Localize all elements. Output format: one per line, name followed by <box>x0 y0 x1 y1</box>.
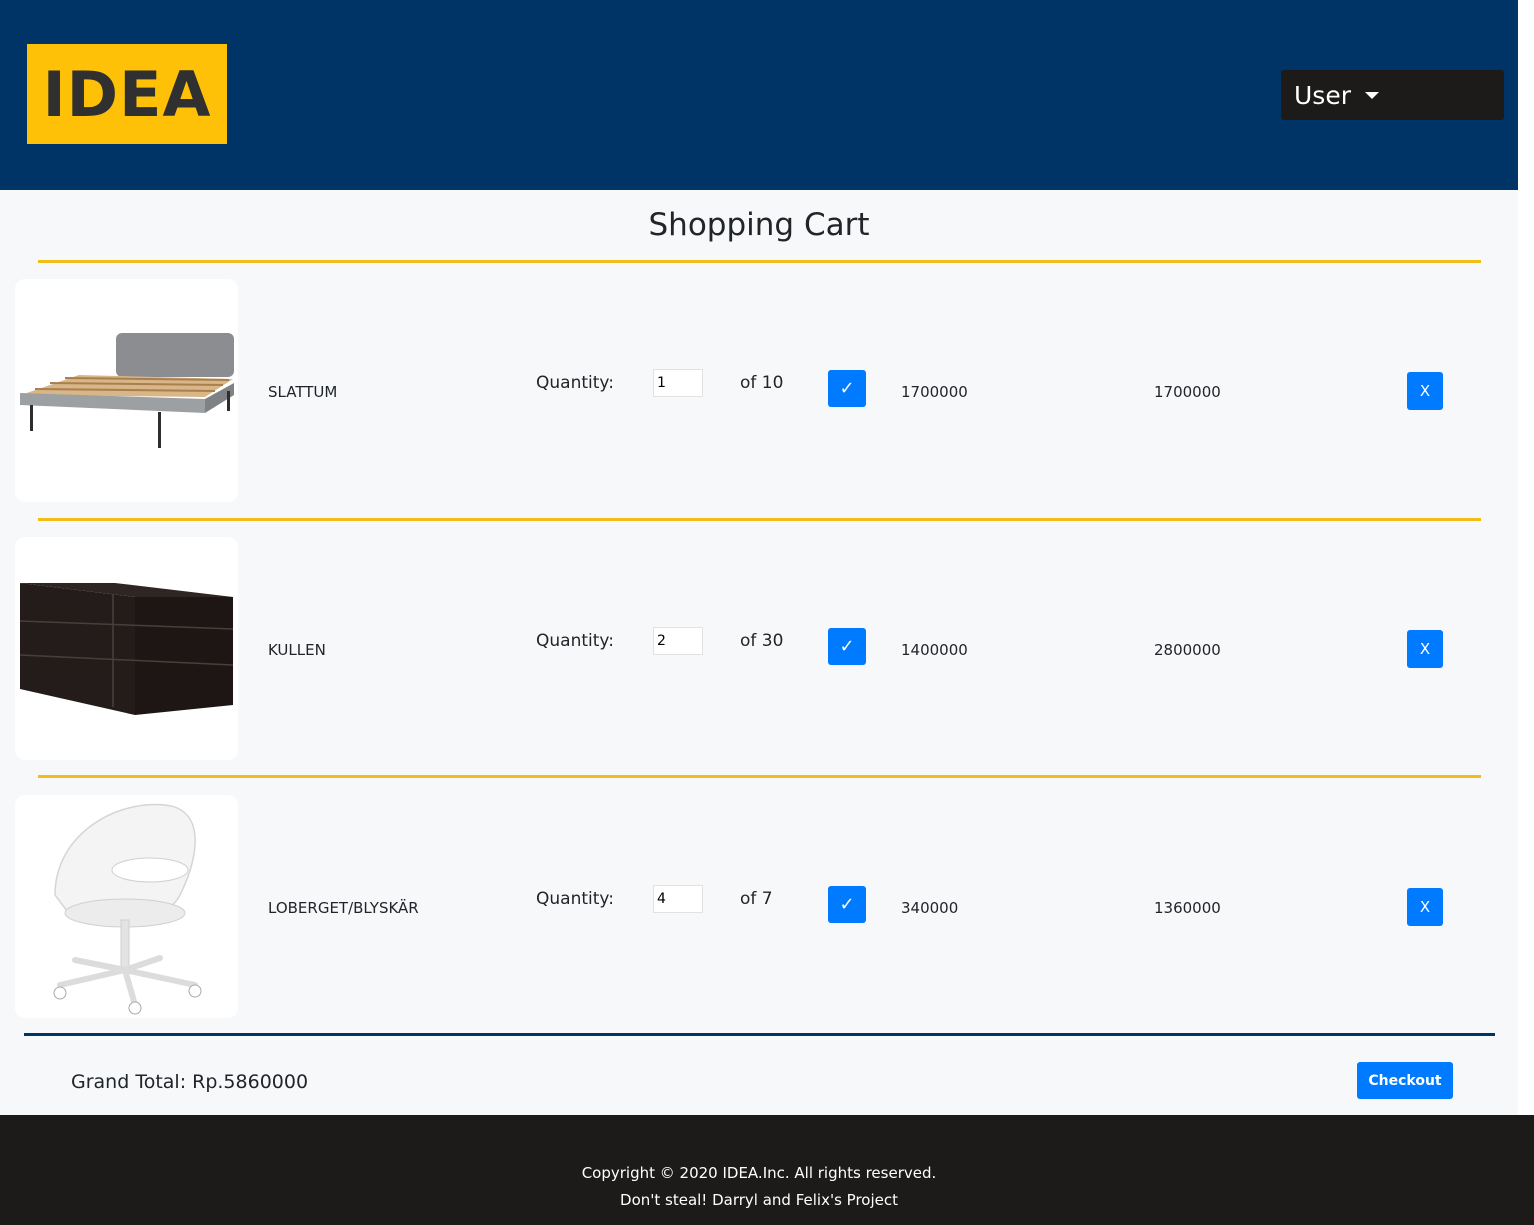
unit-price: 340000 <box>901 899 959 917</box>
idea-logo[interactable]: IDEA <box>27 44 227 144</box>
stock-label: of 30 <box>740 631 784 651</box>
cart-row: KULLEN Quantity: of 30 ✓ 1400000 2800000… <box>0 537 1518 760</box>
page-edge <box>1518 0 1534 1018</box>
cart-row: SLATTUM Quantity: of 10 ✓ 1700000 170000… <box>0 279 1518 502</box>
update-quantity-button[interactable]: ✓ <box>828 628 866 665</box>
quantity-input[interactable] <box>653 369 703 397</box>
checkout-label: Checkout <box>1368 1072 1442 1089</box>
product-name: SLATTUM <box>268 383 338 401</box>
quantity-input[interactable] <box>653 885 703 913</box>
remove-item-button[interactable]: X <box>1407 630 1443 668</box>
remove-label: X <box>1419 898 1431 916</box>
cart-row: LOBERGET/BLYSKÄR Quantity: of 7 ✓ 340000… <box>0 795 1518 1018</box>
divider <box>38 260 1481 263</box>
remove-item-button[interactable]: X <box>1407 372 1443 410</box>
quantity-label: Quantity: <box>536 631 614 651</box>
unit-price: 1400000 <box>901 641 968 659</box>
divider <box>38 518 1481 521</box>
update-quantity-button[interactable]: ✓ <box>828 370 866 407</box>
checkout-button[interactable]: Checkout <box>1357 1062 1453 1099</box>
unit-price: 1700000 <box>901 383 968 401</box>
quantity-label: Quantity: <box>536 889 614 909</box>
remove-item-button[interactable]: X <box>1407 888 1443 926</box>
check-icon: ✓ <box>839 378 855 399</box>
site-header: IDEA User <box>0 0 1518 190</box>
page-title: Shopping Cart <box>648 207 870 243</box>
product-image-chair <box>15 795 238 1018</box>
credit-text: Don't steal! Darryl and Felix's Project <box>620 1191 898 1209</box>
product-name: KULLEN <box>268 641 326 659</box>
user-dropdown-button[interactable]: User <box>1281 70 1504 120</box>
site-footer: Copyright © 2020 IDEA.Inc. All rights re… <box>0 1115 1534 1225</box>
remove-label: X <box>1419 382 1431 400</box>
divider <box>38 775 1481 778</box>
product-image-dresser <box>15 537 238 760</box>
logo-text: IDEA <box>42 57 212 131</box>
quantity-input[interactable] <box>653 627 703 655</box>
stock-label: of 10 <box>740 373 784 393</box>
grand-total: Grand Total: Rp.5860000 <box>71 1071 309 1093</box>
item-subtotal: 2800000 <box>1154 641 1221 659</box>
item-subtotal: 1700000 <box>1154 383 1221 401</box>
copyright-text: Copyright © 2020 IDEA.Inc. All rights re… <box>581 1164 937 1182</box>
product-image-bed <box>15 279 238 502</box>
user-dropdown-label: User <box>1294 80 1351 110</box>
caret-down-icon <box>1364 91 1379 99</box>
item-subtotal: 1360000 <box>1154 899 1221 917</box>
total-divider <box>24 1033 1495 1036</box>
remove-label: X <box>1419 640 1431 658</box>
check-icon: ✓ <box>839 894 855 915</box>
stock-label: of 7 <box>740 889 773 909</box>
update-quantity-button[interactable]: ✓ <box>828 886 866 923</box>
check-icon: ✓ <box>839 636 855 657</box>
product-name: LOBERGET/BLYSKÄR <box>268 899 419 917</box>
quantity-label: Quantity: <box>536 373 614 393</box>
